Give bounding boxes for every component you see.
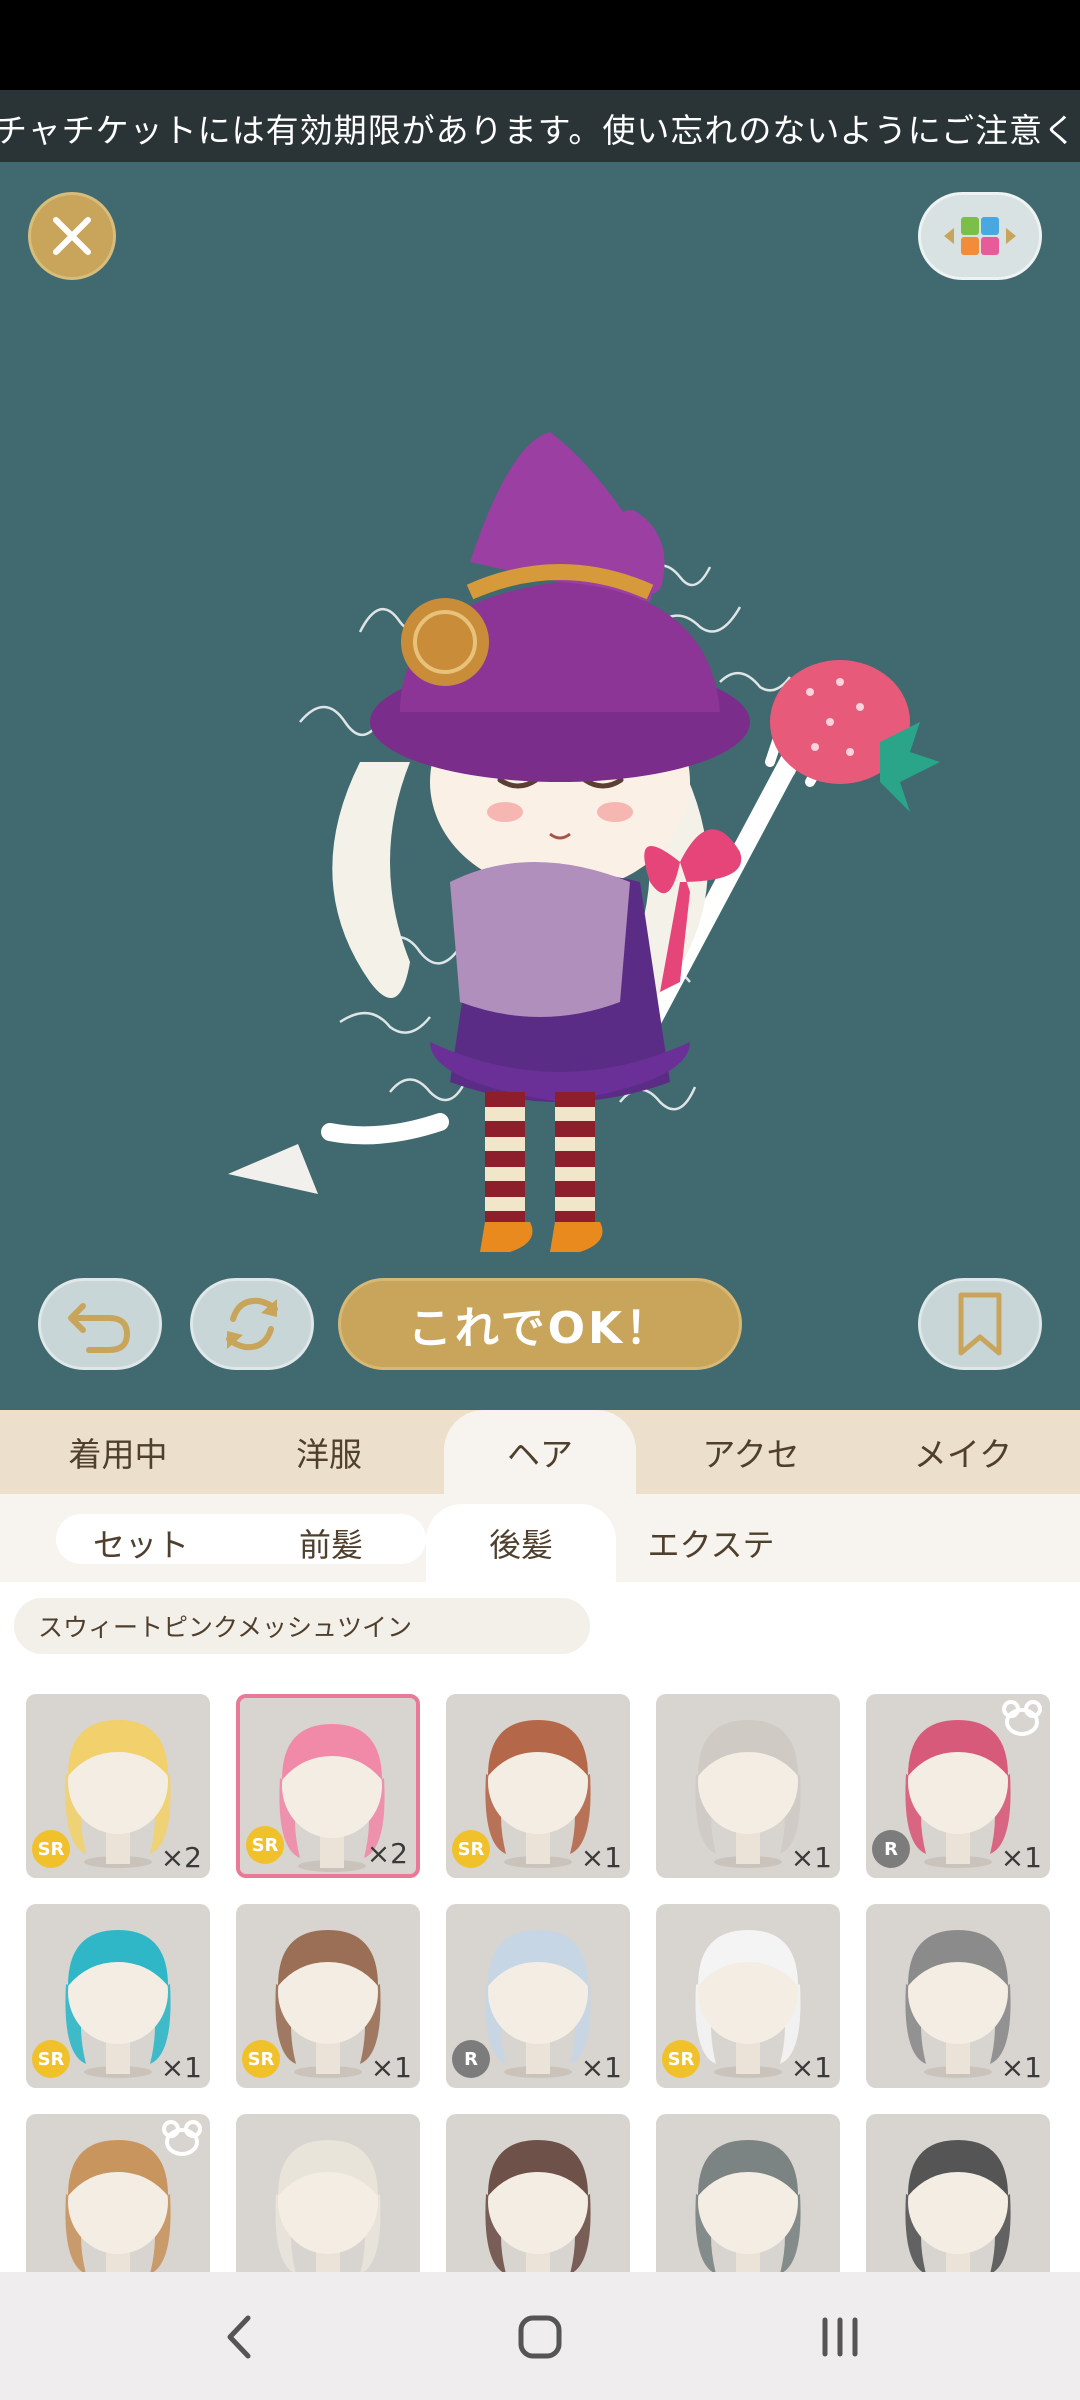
hair-item-card[interactable] <box>446 2114 630 2272</box>
hair-preview <box>275 2140 381 2272</box>
tab-wearing[interactable]: 着用中 <box>14 1410 222 1494</box>
hair-item-card[interactable]: R ×1 <box>866 1694 1050 1878</box>
tab-accessories[interactable]: アクセ <box>646 1410 856 1494</box>
hair-item-card[interactable]: R ×1 <box>446 1904 630 2088</box>
back-icon <box>227 2315 251 2359</box>
subcategory-tabs: セット 前髪 後髪 エクステ <box>0 1494 1080 1582</box>
hair-item-card[interactable]: SR ×1 <box>236 1904 420 2088</box>
category-tabs: 着用中 洋服 ヘア アクセ メイク <box>0 1410 1080 1494</box>
hair-item-card[interactable]: SR ×1 <box>446 1694 630 1878</box>
bear-icon <box>162 2120 202 2156</box>
item-count: ×1 <box>790 1841 832 1874</box>
item-panel: スウィートピンクメッシュツイン SR ×2 SR ×2 SR ×1 ×1 R ×1 SR ×1 SR ×… <box>0 1582 1080 2272</box>
undo-button[interactable] <box>38 1278 162 1370</box>
recents-button[interactable] <box>800 2302 880 2372</box>
rarity-badge: SR <box>246 1826 284 1864</box>
hair-item-card[interactable] <box>236 2114 420 2272</box>
home-icon <box>518 2315 562 2359</box>
item-count: ×1 <box>160 2051 202 2084</box>
refresh-icon <box>226 1297 278 1351</box>
home-button[interactable] <box>500 2302 580 2372</box>
ticker-text: チャチケットには有効期限があります。使い忘れのないようにご注意く <box>0 111 1078 150</box>
subtab-front-hair[interactable]: 前髪 <box>246 1504 416 1582</box>
hair-item-card[interactable]: SR ×2 <box>26 1694 210 1878</box>
rarity-badge: SR <box>662 2040 700 2078</box>
avatar-character <box>228 432 940 1252</box>
status-bar <box>0 0 1080 90</box>
rarity-badge: R <box>452 2040 490 2078</box>
hair-item-card[interactable] <box>26 2114 210 2272</box>
hair-item-card[interactable] <box>656 2114 840 2272</box>
selected-item-name: スウィートピンクメッシュツイン <box>14 1598 590 1654</box>
subtab-back-hair[interactable]: 後髪 <box>426 1504 616 1582</box>
item-count: ×1 <box>1000 1841 1042 1874</box>
tab-hair[interactable]: ヘア <box>444 1410 636 1494</box>
item-count: ×1 <box>580 2051 622 2084</box>
item-count: ×1 <box>790 2051 832 2084</box>
hair-item-card[interactable]: ×1 <box>656 1694 840 1878</box>
undo-icon <box>68 1303 131 1353</box>
hair-item-card[interactable] <box>866 2114 1050 2272</box>
hair-item-card[interactable]: SR ×1 <box>656 1904 840 2088</box>
announcement-ticker: チャチケットには有効期限があります。使い忘れのないようにご注意く <box>0 90 1080 162</box>
confirm-ok-button[interactable]: これでOK！ <box>338 1278 742 1370</box>
subtab-set[interactable]: セット <box>56 1504 226 1582</box>
rarity-badge: SR <box>32 2040 70 2078</box>
bookmark-icon <box>958 1292 1002 1356</box>
item-count: ×1 <box>370 2051 412 2084</box>
hair-preview <box>905 2140 1011 2272</box>
item-count: ×2 <box>160 1841 202 1874</box>
item-count: ×1 <box>1000 2051 1042 2084</box>
bookmark-button[interactable] <box>918 1278 1042 1370</box>
hair-item-card[interactable]: SR ×2 <box>236 1694 420 1878</box>
back-button[interactable] <box>200 2302 280 2372</box>
rarity-badge: SR <box>452 1830 490 1868</box>
item-count: ×2 <box>366 1837 408 1870</box>
reset-button[interactable] <box>190 1278 314 1370</box>
rarity-badge: R <box>872 1830 910 1868</box>
hair-item-card[interactable]: ×1 <box>866 1904 1050 2088</box>
hair-item-card[interactable]: SR ×1 <box>26 1904 210 2088</box>
tab-clothes[interactable]: 洋服 <box>224 1410 434 1494</box>
avatar-stage: これでOK！ <box>0 162 1080 1410</box>
subtab-extensions[interactable]: エクステ <box>626 1504 796 1582</box>
tab-makeup[interactable]: メイク <box>858 1410 1068 1494</box>
rarity-badge: SR <box>32 1830 70 1868</box>
hair-preview <box>485 2140 591 2272</box>
system-navbar <box>0 2272 1080 2400</box>
bear-icon <box>1002 1700 1042 1736</box>
item-count: ×1 <box>580 1841 622 1874</box>
rarity-badge: SR <box>242 2040 280 2078</box>
recents-icon <box>822 2317 858 2357</box>
hair-preview <box>695 2140 801 2272</box>
